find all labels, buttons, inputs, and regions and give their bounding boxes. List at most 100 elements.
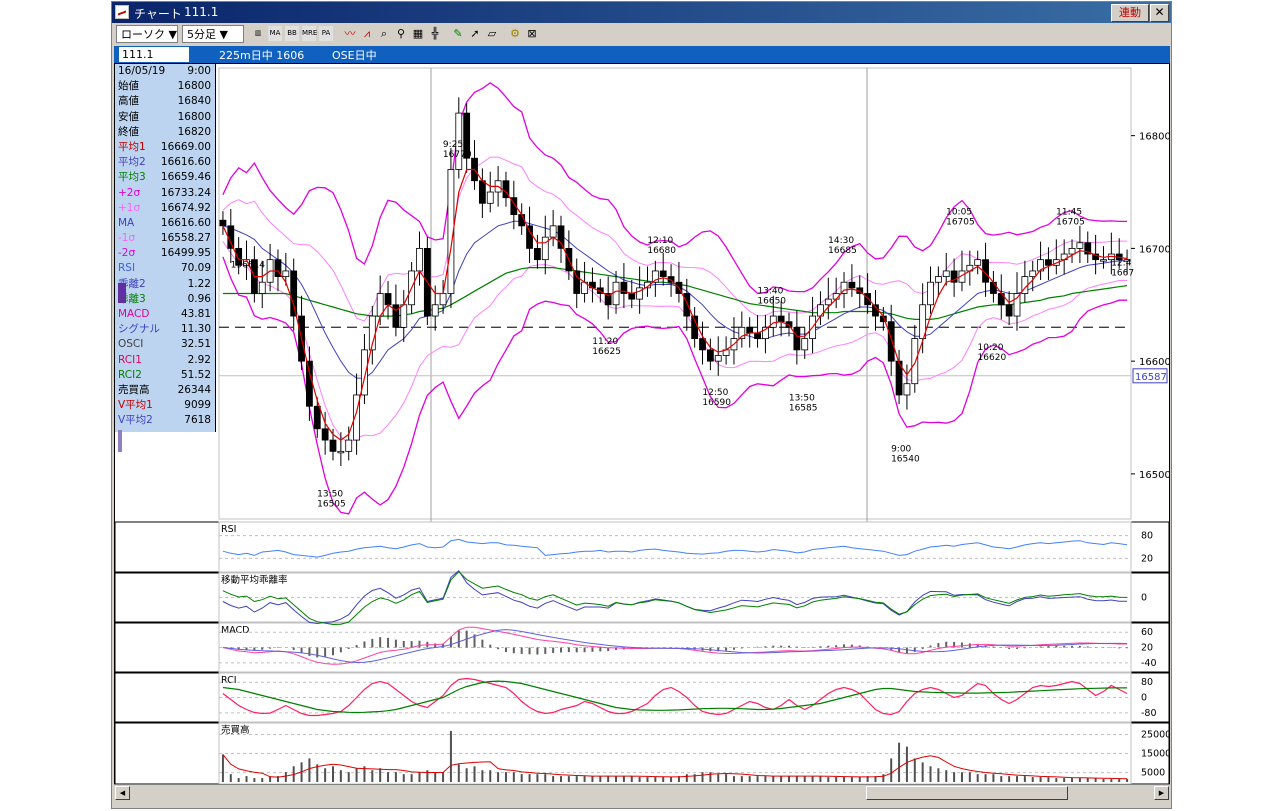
bb-icon[interactable]: BB xyxy=(284,25,300,42)
subpanel-tick: 80 xyxy=(1141,677,1153,688)
magnify-chart-icon[interactable]: ⌕ xyxy=(376,25,392,42)
annotation-price: 16770 xyxy=(443,150,472,160)
candle-body xyxy=(282,270,290,277)
link-button[interactable]: 連動 xyxy=(1111,4,1149,22)
subpanel-tick: 5000 xyxy=(1141,768,1165,779)
panel-value: 16616.60 xyxy=(160,156,211,169)
candle-body xyxy=(337,450,345,454)
mre-icon[interactable]: MRE xyxy=(301,25,317,42)
candle-body xyxy=(990,281,997,294)
subpanel-tick: 20 xyxy=(1141,643,1153,654)
price-marker-lower xyxy=(118,430,122,452)
interval-select[interactable]: 5分足 ▼ xyxy=(182,25,244,43)
scroll-right-button[interactable]: ▶ xyxy=(1154,786,1169,800)
scroll-thumb[interactable] xyxy=(866,786,1068,800)
annotation-price: 16705 xyxy=(1056,218,1085,228)
clear-icon[interactable]: ⊠ xyxy=(524,25,540,42)
panel-row: 平均1 16669.00 xyxy=(115,140,215,155)
panel-value: 32.51 xyxy=(180,338,211,351)
panel-key: 平均2 xyxy=(118,156,146,169)
annotation-time: 12:10 xyxy=(647,236,673,246)
panel-row: OSCI 32.51 xyxy=(115,337,215,352)
panel-value: 9:00 xyxy=(187,65,211,77)
annotation-price: 1667 xyxy=(1111,268,1134,278)
panel-key: 平均1 xyxy=(118,140,146,153)
scroll-left-button[interactable]: ◀ xyxy=(115,786,130,800)
candle-body xyxy=(1013,293,1021,317)
window-title: チャート xyxy=(134,7,182,21)
candle-body xyxy=(321,428,329,441)
panel-row: 平均2 16616.60 xyxy=(115,155,215,170)
chart-type-select[interactable]: ローソク ▼ xyxy=(116,25,178,43)
close-button[interactable]: ✕ xyxy=(1150,4,1169,22)
subpanel-frame xyxy=(115,521,1169,573)
cursor-icon[interactable]: ➚ xyxy=(467,25,483,42)
panel-row: 16/05/19 9:00 xyxy=(115,64,215,79)
horizontal-scrollbar[interactable]: ◀ ▶ xyxy=(114,784,1170,800)
panel-key: -1σ xyxy=(118,232,136,245)
settings-icon[interactable]: ⚙ xyxy=(507,25,523,42)
ma-icon[interactable]: MA xyxy=(267,25,283,42)
panel-value: 0.96 xyxy=(187,292,211,305)
candle-body xyxy=(659,270,667,277)
candle-icon[interactable]: ▥ xyxy=(250,25,266,42)
subpanel-label: MACD xyxy=(221,625,249,636)
panel-key: 終値 xyxy=(118,125,139,138)
code-input[interactable]: 111.1 xyxy=(119,47,189,62)
candle-body xyxy=(526,225,533,249)
panel-key: 平均3 xyxy=(118,171,146,184)
price-tick-label: 16800 xyxy=(1139,132,1169,143)
panel-value: 16669.00 xyxy=(160,140,211,153)
panel-key: +2σ xyxy=(118,186,141,199)
annotation-time: 10:05 xyxy=(946,208,972,218)
candle-body xyxy=(612,281,620,306)
panel-value: 16616.60 xyxy=(160,216,211,229)
candle-body xyxy=(1029,270,1037,277)
subpanel-tick: 80 xyxy=(1141,531,1153,542)
annotation-time: 13:50 xyxy=(789,394,815,404)
annotation-price: 16505 xyxy=(317,499,346,509)
subpanel-tick: 25000 xyxy=(1141,729,1169,740)
subpanel-label: RCI xyxy=(221,675,237,686)
candle-body xyxy=(714,355,722,362)
panel-key: +1σ xyxy=(118,201,141,214)
panel-row: 始値 16800 xyxy=(115,79,215,94)
price-chart[interactable]: 16800 16700 16600 16500 16587 196814 9:2516770… xyxy=(115,64,1169,784)
chart-area[interactable]: 16800 16700 16600 16500 16587 196814 9:25 16770… xyxy=(114,63,1170,793)
line-chart2-icon[interactable]: ⩘ xyxy=(359,25,375,42)
panel-row: MACD 43.81 xyxy=(115,307,215,322)
panel-row: -1σ 16558.27 xyxy=(115,231,215,246)
panel-key: MA xyxy=(118,216,135,229)
panel-row: RCI2 51.52 xyxy=(115,368,215,383)
line-chart-icon[interactable]: 〰 xyxy=(342,25,358,42)
candle-body xyxy=(1068,247,1076,255)
panel-row: 乖離2 1.22 xyxy=(115,277,215,292)
panel-row: 売買高 26344 xyxy=(115,383,215,398)
annotation-time: 12:50 xyxy=(702,388,728,398)
candle-body xyxy=(864,293,872,306)
candle-body xyxy=(942,270,950,277)
candle-body xyxy=(683,293,691,317)
data-table-icon[interactable]: ▦ xyxy=(410,25,426,42)
panel-value: 16800 xyxy=(177,80,211,93)
subpanel-tick: 60 xyxy=(1141,627,1153,638)
annotation-time: 12:4 xyxy=(1111,258,1131,268)
pencil-icon[interactable]: ✎ xyxy=(450,25,466,42)
subpanel-tick: 0 xyxy=(1141,693,1147,704)
grid-icon[interactable]: ╬ xyxy=(427,25,443,42)
panel-value: 70.09 xyxy=(180,262,211,275)
panel-row: RCI1 2.92 xyxy=(115,353,215,368)
candle-body xyxy=(769,315,777,328)
zoom-icon[interactable]: ⚲ xyxy=(393,25,409,42)
panel-key: 16/05/19 xyxy=(118,65,166,77)
pa-icon[interactable]: PA xyxy=(318,25,334,42)
candle-body xyxy=(431,304,439,317)
panel-row: 高値 16840 xyxy=(115,94,215,109)
eraser-icon[interactable]: ▱ xyxy=(484,25,500,42)
annotation-price: 16590 xyxy=(702,398,731,408)
candle-body xyxy=(848,281,856,289)
subpanel-tick: -40 xyxy=(1141,658,1157,669)
panel-value: 16820 xyxy=(177,125,211,138)
candle-body xyxy=(392,304,400,328)
annotation-price: 16585 xyxy=(789,404,818,414)
